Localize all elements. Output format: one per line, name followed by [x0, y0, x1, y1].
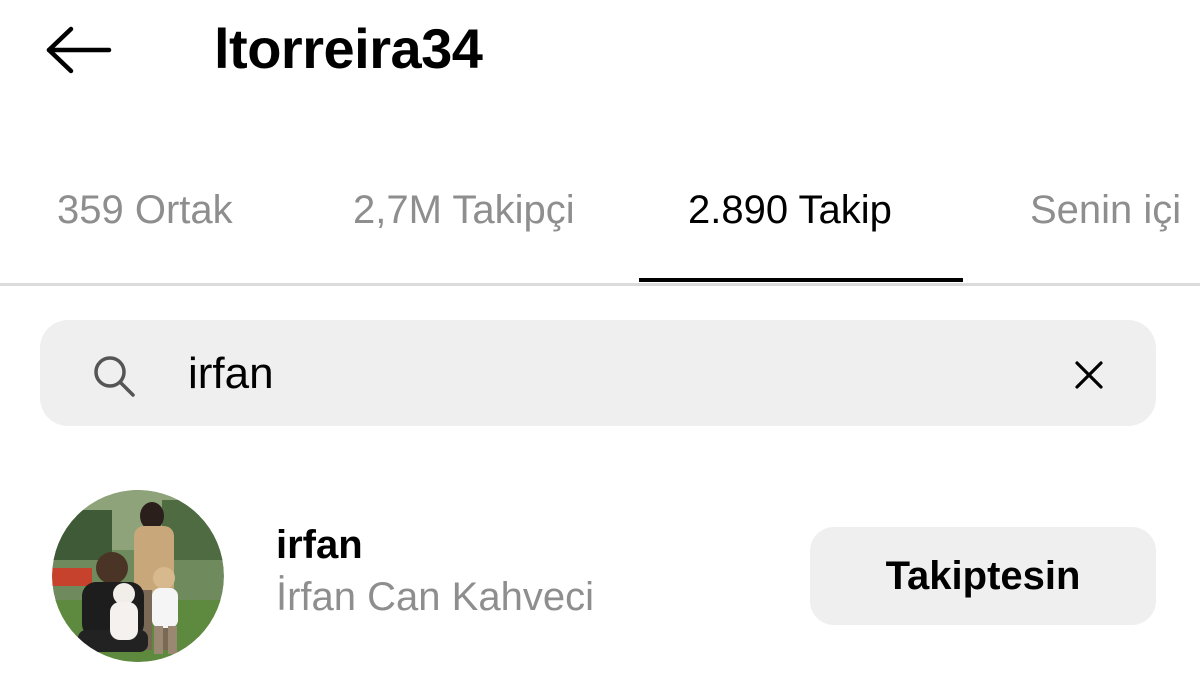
following-button[interactable]: Takiptesin — [810, 527, 1156, 625]
result-full-name: İrfan Can Kahveci — [276, 575, 594, 619]
search-input[interactable] — [188, 342, 1028, 406]
tab-for-you[interactable]: Senin içi — [1030, 182, 1181, 238]
avatar[interactable] — [52, 490, 224, 662]
close-icon — [1075, 361, 1103, 389]
tab-following[interactable]: 2.890 Takip — [688, 182, 892, 238]
tab-mutual[interactable]: 359 Ortak — [57, 182, 233, 238]
tabs-divider — [0, 283, 1200, 286]
top-bar: ltorreira34 — [0, 0, 1200, 110]
result-username[interactable]: irfan — [276, 520, 363, 570]
clear-search-button[interactable] — [1064, 350, 1114, 400]
tab-followers[interactable]: 2,7M Takipçi — [353, 182, 575, 238]
arrow-left-icon — [46, 26, 112, 74]
list-item[interactable]: irfan İrfan Can Kahveci Takiptesin — [0, 480, 1200, 670]
search-icon — [94, 356, 135, 397]
back-button[interactable] — [38, 20, 118, 80]
active-tab-indicator — [639, 278, 963, 282]
profile-photo — [52, 490, 224, 662]
page-title: ltorreira34 — [214, 17, 483, 80]
tab-bar: 359 Ortak 2,7M Takipçi 2.890 Takip Senin… — [0, 170, 1200, 284]
following-list-page: ltorreira34 359 Ortak 2,7M Takipçi 2.890… — [0, 0, 1200, 687]
